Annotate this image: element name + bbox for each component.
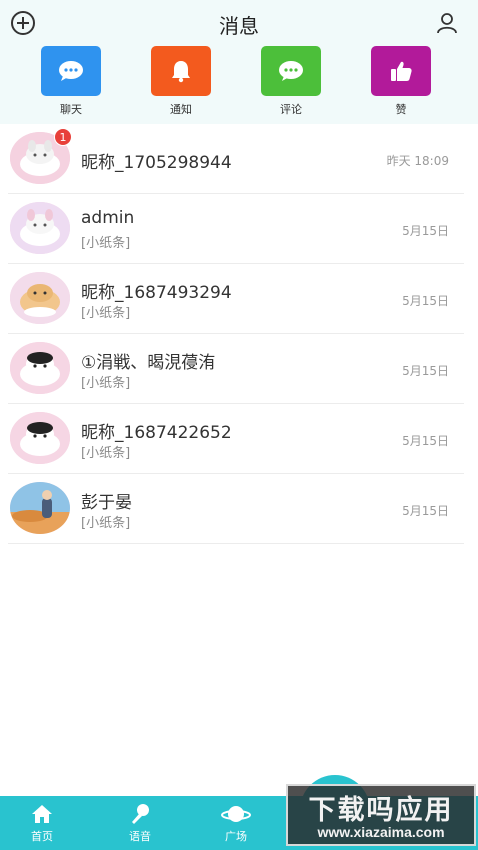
message-time: 5月15日 [402, 434, 449, 448]
category-like[interactable]: 赞 [366, 46, 436, 117]
avatar [10, 482, 70, 534]
list-item[interactable]: 昵称_1687422652 [小纸条] 5月15日 [8, 404, 464, 474]
tab-label: 语音 [129, 830, 151, 843]
category-label: 赞 [395, 103, 407, 116]
contact-name: ①涓戦、暍涀葠洧 [81, 353, 216, 373]
tab-square[interactable]: 广场 [206, 802, 266, 844]
category-comment[interactable]: 评论 [256, 46, 326, 117]
chat-bubble-icon [41, 46, 101, 96]
category-label: 聊天 [60, 103, 82, 116]
list-item[interactable]: ①涓戦、暍涀葠洧 [小纸条] 5月15日 [8, 334, 464, 404]
list-item[interactable]: 彭于晏 [小纸条] 5月15日 [8, 474, 464, 544]
planet-icon [206, 802, 266, 826]
comment-icon [261, 46, 321, 96]
list-item[interactable]: 昵称_1687493294 [小纸条] 5月15日 [8, 264, 464, 334]
message-time: 5月15日 [402, 504, 449, 518]
category-label: 评论 [280, 103, 302, 116]
unread-badge: 1 [54, 128, 72, 146]
bell-icon [151, 46, 211, 96]
tab-label: 广场 [225, 830, 247, 843]
category-chat[interactable]: 聊天 [36, 46, 106, 117]
category-notice[interactable]: 通知 [146, 46, 216, 117]
list-item[interactable]: 1 昵称_1705298944 昨天 18:09 [8, 124, 464, 194]
list-item[interactable]: admin [小纸条] 5月15日 [8, 194, 464, 264]
category-label: 通知 [170, 103, 192, 116]
contact-name: 昵称_1687493294 [81, 283, 232, 303]
watermark-logo-text: 下载吗应用 [308, 795, 454, 826]
message-time: 5月15日 [402, 224, 449, 238]
avatar [10, 342, 70, 394]
avatar [10, 272, 70, 324]
tab-home[interactable]: 首页 [12, 802, 72, 844]
page-title: 消息 [219, 14, 259, 38]
message-preview: [小纸条] [81, 306, 131, 321]
tab-label: 首页 [31, 830, 53, 843]
contact-name: 彭于晏 [81, 493, 132, 513]
contact-name: admin [81, 208, 135, 228]
contact-name: 昵称_1705298944 [81, 153, 232, 173]
home-icon [12, 802, 72, 826]
message-time: 5月15日 [402, 294, 449, 308]
contact-name: 昵称_1687422652 [81, 423, 232, 443]
message-preview: [小纸条] [81, 516, 131, 531]
watermark-url: www.xiazaima.com [317, 824, 445, 840]
message-preview: [小纸条] [81, 446, 131, 461]
message-list: 1 昵称_1705298944 昨天 18:09 admin [小纸条] 5月1… [0, 124, 478, 544]
header: 消息 聊天 通知 评论 赞 [0, 0, 478, 124]
top-bar: 消息 [0, 0, 478, 44]
category-bar: 聊天 通知 评论 赞 [0, 46, 478, 120]
avatar [10, 412, 70, 464]
user-icon[interactable] [434, 10, 460, 36]
message-time: 昨天 18:09 [386, 154, 449, 168]
message-preview: [小纸条] [81, 376, 131, 391]
microphone-icon [110, 802, 170, 826]
message-time: 5月15日 [402, 364, 449, 378]
tab-voice[interactable]: 语音 [110, 802, 170, 844]
message-preview: [小纸条] [81, 236, 131, 251]
thumbs-up-icon [371, 46, 431, 96]
avatar [10, 202, 70, 254]
watermark: 下载吗应用 www.xiazaima.com [286, 784, 476, 846]
